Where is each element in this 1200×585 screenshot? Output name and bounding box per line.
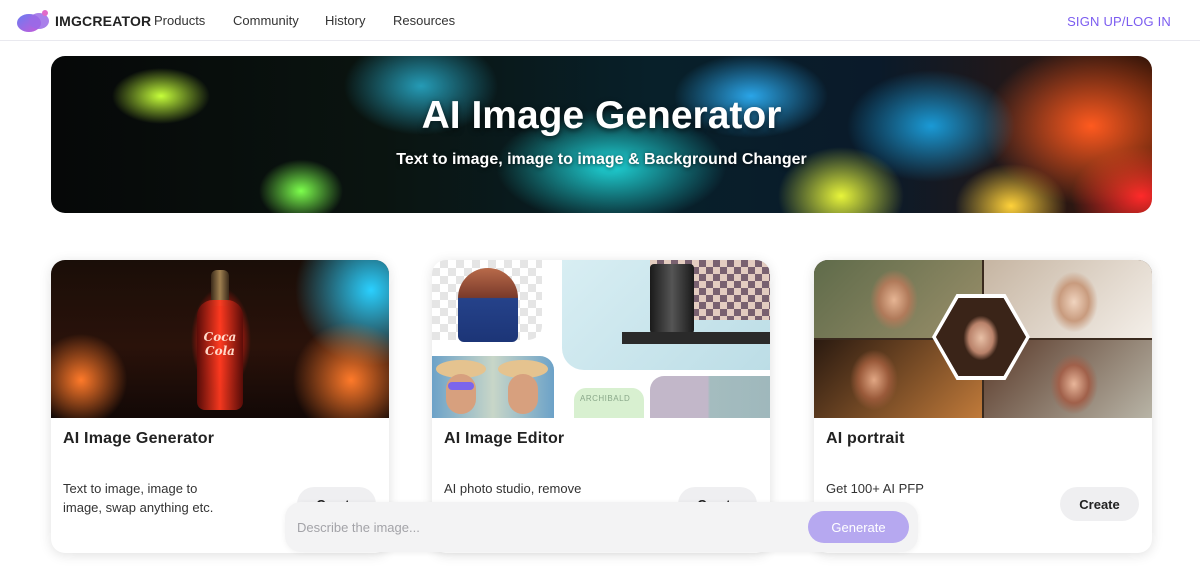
card-image-editor: ARCHIBALD bbox=[432, 260, 770, 418]
generate-button[interactable]: Generate bbox=[808, 511, 909, 543]
before-after-tile bbox=[650, 376, 770, 418]
create-button[interactable]: Create bbox=[1060, 487, 1139, 521]
face-1 bbox=[446, 374, 476, 414]
coffee-machine bbox=[650, 264, 694, 334]
hero-banner: AI Image Generator Text to image, image … bbox=[51, 56, 1152, 213]
logo-text: IMGCREATOR bbox=[55, 13, 152, 29]
coke-bottle-image: Coca Cola bbox=[51, 260, 389, 418]
bottle-label: Coca Cola bbox=[203, 330, 237, 358]
card-image-portrait bbox=[814, 260, 1152, 418]
nav-link-history[interactable]: History bbox=[325, 13, 365, 28]
prompt-bar: Generate bbox=[285, 502, 918, 552]
transparent-bg-tile bbox=[432, 260, 542, 342]
product-label-tile: ARCHIBALD bbox=[574, 388, 644, 418]
product-scene-tile bbox=[562, 260, 770, 370]
card-description: Get 100+ AI PFP bbox=[826, 481, 924, 496]
highlighted-glasses bbox=[448, 382, 474, 390]
nav-link-products[interactable]: Products bbox=[154, 13, 205, 28]
person-figure bbox=[458, 268, 518, 342]
logo[interactable]: IMGCREATOR bbox=[15, 8, 151, 34]
two-women-tile bbox=[432, 356, 554, 418]
signup-login-link[interactable]: SIGN UP/LOG IN bbox=[1067, 14, 1171, 29]
hero-title: AI Image Generator bbox=[421, 94, 782, 137]
hero-subtitle: Text to image, image to image & Backgrou… bbox=[396, 151, 807, 168]
card-title: AI Image Generator bbox=[63, 430, 215, 447]
nav-link-community[interactable]: Community bbox=[233, 13, 299, 28]
top-nav: IMGCREATOR Products Community History Re… bbox=[0, 0, 1200, 41]
card-description: Text to image, image to image, swap anyt… bbox=[63, 481, 214, 515]
portrait-collage bbox=[814, 260, 1152, 418]
card-image-coke: Coca Cola bbox=[51, 260, 389, 418]
counter bbox=[622, 332, 770, 344]
logo-icon bbox=[17, 10, 49, 32]
card-title: AI portrait bbox=[826, 430, 905, 447]
describe-image-input[interactable] bbox=[297, 516, 797, 538]
card-title: AI Image Editor bbox=[444, 430, 565, 447]
nav-link-resources[interactable]: Resources bbox=[393, 13, 455, 28]
face-2 bbox=[508, 374, 538, 414]
archibald-text: ARCHIBALD bbox=[580, 394, 631, 403]
editor-collage: ARCHIBALD bbox=[432, 260, 770, 418]
